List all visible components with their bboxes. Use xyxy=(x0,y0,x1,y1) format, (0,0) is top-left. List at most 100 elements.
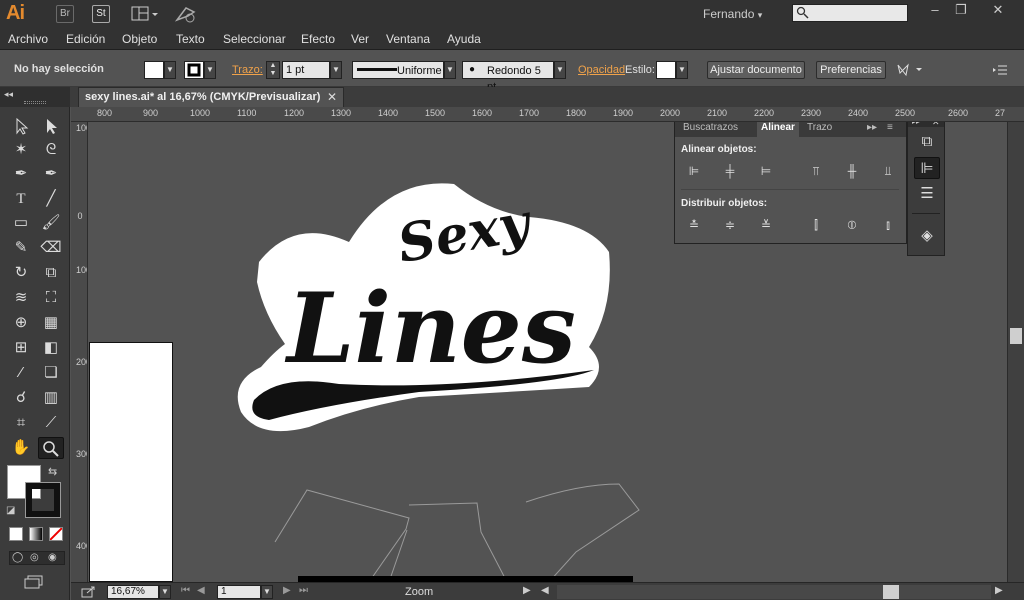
align-top-icon[interactable]: ⫪ xyxy=(807,163,825,179)
swap-colors-icon[interactable]: ⇆ xyxy=(48,465,57,478)
fill-swatch[interactable] xyxy=(144,61,164,79)
horizontal-scroll-thumb[interactable] xyxy=(883,585,899,599)
distribute-bottom-icon[interactable]: ≚ xyxy=(757,217,775,233)
user-name[interactable]: Fernando ▾ xyxy=(703,7,762,21)
menu-objeto[interactable]: Objeto xyxy=(122,32,157,46)
artboard-tool-icon[interactable]: ⌗ xyxy=(8,412,34,434)
distribute-right-icon[interactable]: ⫾ xyxy=(879,217,897,233)
menu-seleccionar[interactable]: Seleccionar xyxy=(223,32,286,46)
horizontal-ruler[interactable]: 800 900 1000 1100 1200 1300 1400 1500 16… xyxy=(71,107,1024,122)
stroke-weight-input[interactable]: 1 pt xyxy=(282,61,330,79)
distribute-left-icon[interactable]: ⫿ xyxy=(807,217,825,233)
close-dock-icon[interactable]: ✕ xyxy=(932,122,940,128)
share-icon[interactable] xyxy=(81,585,97,599)
menu-edicion[interactable]: Edición xyxy=(66,32,105,46)
symbol-sprayer-tool-icon[interactable]: ☌ xyxy=(8,387,34,409)
tab-alinear[interactable]: Alinear xyxy=(757,122,799,137)
align-bottom-icon[interactable]: ⫫ xyxy=(879,163,897,179)
zoom-tool-icon[interactable] xyxy=(38,437,64,459)
zoom-dropdown[interactable]: ▼ xyxy=(159,585,171,599)
preferences-button[interactable]: Preferencias xyxy=(816,61,886,79)
draw-inside-icon[interactable]: ◉ xyxy=(48,552,57,563)
draw-behind-icon[interactable]: ◎ xyxy=(30,552,39,563)
column-graph-tool-icon[interactable]: ▥ xyxy=(38,387,64,409)
free-transform-tool-icon[interactable]: ⛶ xyxy=(38,287,64,309)
horizontal-scrollbar[interactable] xyxy=(557,585,991,599)
opacity-label[interactable]: Opacidad xyxy=(578,64,625,76)
stroke-weight-dropdown[interactable]: ▼ xyxy=(330,61,342,79)
help-search-input[interactable] xyxy=(792,4,908,22)
perspective-grid-tool-icon[interactable]: ▦ xyxy=(38,312,64,334)
pathfinder-icon[interactable]: ⧉ xyxy=(914,131,940,153)
align-left-icon[interactable]: ⊫ xyxy=(685,163,703,179)
collapse-icon[interactable]: ◂◂ xyxy=(4,89,13,100)
gradient-tool-icon[interactable]: ◧ xyxy=(38,337,64,359)
default-colors-icon[interactable]: ◪ xyxy=(6,505,15,516)
zoom-level-input[interactable]: 16,67% xyxy=(107,585,159,599)
control-menu-button[interactable] xyxy=(990,61,1010,79)
close-tab-icon[interactable]: ✕ xyxy=(327,90,337,104)
menu-efecto[interactable]: Efecto xyxy=(301,32,335,46)
brush-definition[interactable]: ● Redondo 5 pt. xyxy=(462,61,554,93)
transform-options-button[interactable] xyxy=(896,61,926,79)
rectangle-tool-icon[interactable]: ▭ xyxy=(8,212,34,234)
menu-ver[interactable]: Ver xyxy=(351,32,369,46)
blend-tool-icon[interactable]: ❏ xyxy=(38,362,64,384)
hand-tool-icon[interactable]: ✋ xyxy=(8,437,34,459)
scroll-right-icon[interactable]: ▶ xyxy=(995,585,1003,596)
graphic-style-swatch[interactable] xyxy=(656,61,676,79)
artboard-number-input[interactable]: 1 xyxy=(217,585,261,599)
lasso-tool-icon[interactable]: ᘓ xyxy=(38,139,64,161)
stroke-swatch[interactable] xyxy=(184,61,204,79)
close-button[interactable]: ✕ xyxy=(972,0,1024,22)
canvas[interactable]: Sexy Lines Buscatrazos Alinear Trazo ▸▸ … xyxy=(89,122,1007,582)
color-mode-button[interactable] xyxy=(9,527,23,541)
align-right-icon[interactable]: ⊨ xyxy=(757,163,775,179)
direct-selection-tool-icon[interactable] xyxy=(38,115,64,137)
eraser-tool-icon[interactable]: ⌫ xyxy=(38,237,64,259)
draw-normal-icon[interactable]: ◯ xyxy=(12,552,23,563)
menu-ayuda[interactable]: Ayuda xyxy=(447,32,481,46)
document-tab[interactable]: sexy lines.ai* al 16,67% (CMYK/Previsual… xyxy=(78,87,344,107)
none-mode-button[interactable] xyxy=(49,527,63,541)
line-tool-icon[interactable]: ╱ xyxy=(38,188,64,210)
stock-button[interactable]: St xyxy=(92,5,110,23)
gpu-performance-button[interactable] xyxy=(174,4,198,24)
align-center-v-icon[interactable]: ╫ xyxy=(843,163,861,179)
curvature-tool-icon[interactable]: ✒ xyxy=(38,163,64,185)
next-page-icon[interactable]: ▶ xyxy=(283,585,291,596)
rotate-tool-icon[interactable]: ↻ xyxy=(8,262,34,284)
bridge-button[interactable]: Br xyxy=(56,5,74,23)
distribute-center-h-icon[interactable]: ⦶ xyxy=(843,217,861,233)
stroke-panel-icon[interactable]: ☰ xyxy=(914,183,940,205)
shape-builder-tool-icon[interactable]: ⊕ xyxy=(8,312,34,334)
slice-tool-icon[interactable]: ⟋ xyxy=(38,412,64,434)
dock-header[interactable]: ▸▸ ✕ xyxy=(908,122,944,127)
scroll-left-icon[interactable]: ◀ xyxy=(541,585,549,596)
type-tool-icon[interactable]: T xyxy=(8,188,34,210)
width-tool-icon[interactable]: ≋ xyxy=(8,287,34,309)
expand-dock-icon[interactable]: ▸▸ xyxy=(912,122,920,126)
gradient-mode-button[interactable] xyxy=(29,527,43,541)
artboard-dropdown[interactable]: ▼ xyxy=(261,585,273,599)
stroke-color-swatch[interactable] xyxy=(25,482,61,518)
vertical-scroll-thumb[interactable] xyxy=(1010,328,1022,344)
align-center-h-icon[interactable]: ╪ xyxy=(721,163,739,179)
scale-tool-icon[interactable]: ⧉ xyxy=(38,262,64,284)
style-dropdown[interactable]: ▼ xyxy=(676,61,688,79)
vertical-scrollbar[interactable] xyxy=(1007,122,1024,582)
fill-dropdown[interactable]: ▼ xyxy=(164,61,176,79)
shaper-tool-icon[interactable]: ✎ xyxy=(8,237,34,259)
expand-icon[interactable]: ▸▸ xyxy=(867,122,877,133)
fit-document-button[interactable]: Ajustar documento xyxy=(707,61,805,79)
stroke-label[interactable]: Trazo: xyxy=(232,64,263,76)
menu-archivo[interactable]: Archivo xyxy=(8,32,48,46)
eyedropper-tool-icon[interactable]: ⁄ xyxy=(8,362,34,384)
mesh-tool-icon[interactable]: ⊞ xyxy=(8,337,34,359)
status-mode[interactable]: Zoom xyxy=(405,586,433,598)
screen-mode-button[interactable] xyxy=(24,575,46,589)
selection-tool-icon[interactable] xyxy=(8,115,34,137)
brush-dropdown[interactable]: ▼ xyxy=(554,61,566,79)
variable-width-profile[interactable]: Uniforme xyxy=(352,61,444,79)
pen-tool-icon[interactable]: ✒ xyxy=(8,163,34,185)
